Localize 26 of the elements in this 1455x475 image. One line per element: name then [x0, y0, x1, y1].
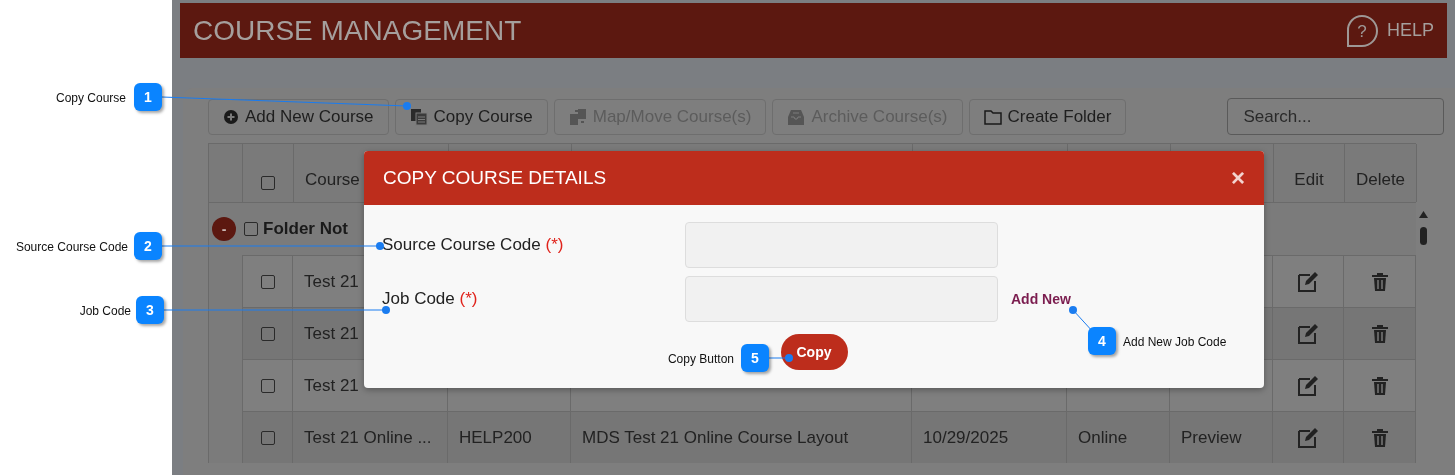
table-cell-text: HELP200: [459, 426, 532, 449]
column-header: Delete: [1355, 168, 1406, 191]
column-header: Edit: [1294, 168, 1324, 191]
page-title: COURSE MANAGEMENT: [193, 13, 522, 48]
callout-badge: 3: [136, 296, 164, 324]
callout-badge: 1: [134, 83, 162, 111]
folder-name: Folder Not: [263, 218, 348, 241]
table-cell-text: Test 21: [304, 322, 359, 345]
dialog-title: COPY COURSE DETAILS: [383, 165, 607, 190]
callout-label: Job Code: [79, 303, 131, 320]
callout-badge: 2: [134, 232, 162, 260]
callout-label: Add New Job Code: [1123, 334, 1227, 351]
callout-badge: 4: [1088, 327, 1116, 355]
field-label: Job Code (*): [382, 288, 479, 311]
table-cell-text: Test 21: [304, 270, 359, 293]
table-cell-text: Preview: [1181, 426, 1242, 449]
table-cell-text: Test 21 Online ...: [304, 426, 432, 449]
table-cell-text: Online: [1078, 426, 1128, 449]
callout-label: Copy Course: [55, 90, 126, 107]
table-cell-text: Test 21: [304, 374, 359, 397]
field-label: Source Course Code (*): [382, 234, 565, 257]
table-cell-text: 10/29/2025: [923, 426, 1009, 449]
callout-label: Copy Button: [667, 351, 734, 368]
table-cell-text: MDS Test 21 Online Course Layout: [582, 426, 849, 449]
callout-badge: 5: [741, 344, 769, 372]
callout-label: Source Course Code: [15, 239, 128, 256]
